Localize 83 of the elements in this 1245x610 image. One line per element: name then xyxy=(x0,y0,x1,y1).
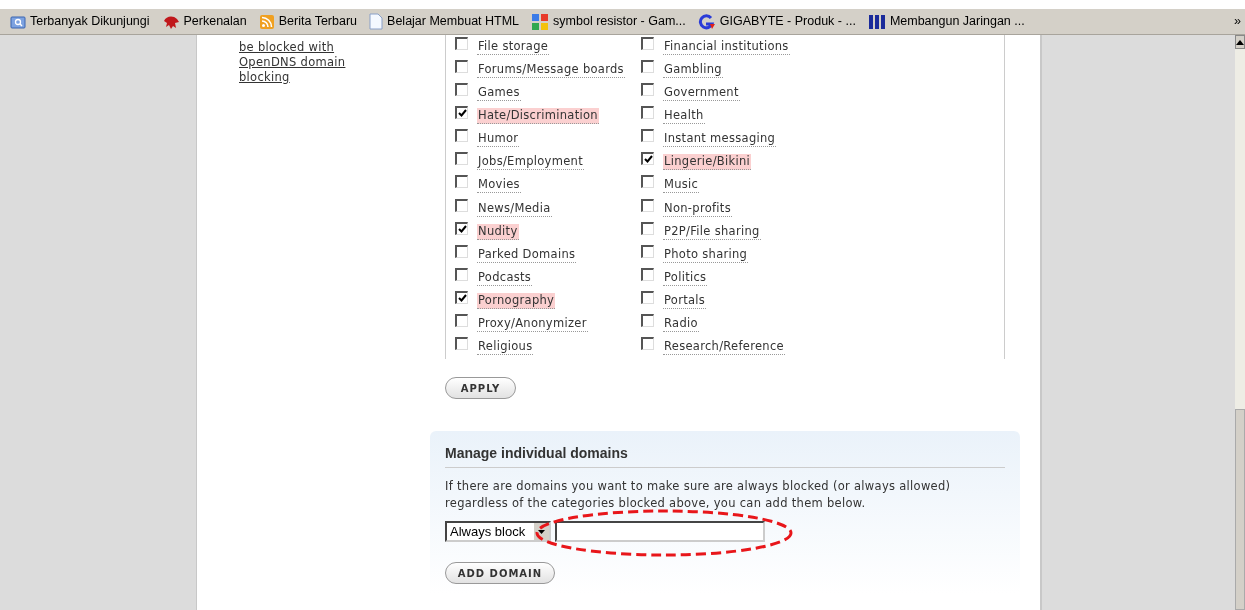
letter-g-icon xyxy=(697,13,716,30)
checkbox[interactable] xyxy=(455,337,468,350)
category-label[interactable]: Religious xyxy=(477,339,534,355)
checkbox[interactable] xyxy=(455,175,468,189)
category-label[interactable]: Podcasts xyxy=(477,269,533,286)
category-label[interactable]: News/Media xyxy=(477,200,552,217)
checkmark-icon xyxy=(457,224,467,233)
category-label[interactable]: File storage xyxy=(477,39,550,55)
checkbox[interactable] xyxy=(455,37,468,50)
category-label[interactable]: Jobs/Employment xyxy=(477,154,584,171)
checkbox[interactable] xyxy=(455,198,468,212)
checkbox[interactable] xyxy=(455,244,468,258)
category-label[interactable]: Non-profits xyxy=(663,200,732,217)
checkbox[interactable] xyxy=(641,106,654,120)
checkmark-icon xyxy=(457,109,467,118)
category-label[interactable]: Politics xyxy=(663,269,708,286)
category-label[interactable]: Gambling xyxy=(663,62,723,79)
afc-logo-icon xyxy=(867,12,886,31)
bookmark-link[interactable]: GIGABYTE - Produk - ... xyxy=(697,12,856,31)
checkbox[interactable] xyxy=(455,152,468,166)
category-label[interactable]: Nudity xyxy=(477,223,519,240)
checkbox[interactable] xyxy=(641,290,654,304)
checkbox[interactable] xyxy=(641,37,654,50)
category-label[interactable]: Pornography xyxy=(477,292,556,309)
category-label[interactable]: Research/Reference xyxy=(663,339,785,355)
checkbox[interactable] xyxy=(641,337,654,350)
category-label[interactable]: Lingerie/Bikini xyxy=(663,154,752,171)
category-label[interactable]: Financial institutions xyxy=(663,39,790,55)
category-label[interactable]: Government xyxy=(663,85,740,102)
checkbox[interactable] xyxy=(455,106,468,120)
checkbox[interactable] xyxy=(641,221,654,235)
checkbox[interactable] xyxy=(455,221,468,235)
category-label[interactable]: Forums/Message boards xyxy=(477,62,625,79)
category-label[interactable]: Proxy/Anonymizer xyxy=(477,315,588,332)
checkbox[interactable] xyxy=(455,267,468,281)
checkbox[interactable] xyxy=(641,313,654,327)
colored-dots-icon xyxy=(531,12,550,31)
panel-description: If there are domains you want to make sure are always blocked (or always allowed) regardless of the categories blocked above, you can add them below. xyxy=(445,478,952,512)
category-label[interactable]: P2P/File sharing xyxy=(663,223,761,240)
scroll-up-arrow-icon[interactable] xyxy=(1236,39,1244,45)
checkbox[interactable] xyxy=(455,83,468,97)
bookmark-link[interactable]: Perkenalan xyxy=(161,12,247,31)
checkbox[interactable] xyxy=(641,244,654,258)
bookmark-link[interactable]: Belajar Membuat HTML xyxy=(369,12,520,31)
category-label[interactable]: Games xyxy=(477,85,521,102)
checkbox[interactable] xyxy=(641,60,654,74)
feed-icon xyxy=(258,13,275,30)
checkbox[interactable] xyxy=(641,198,654,212)
checkbox[interactable] xyxy=(455,60,468,74)
bookmark-link[interactable]: Terbanyak Dikunjungi xyxy=(10,12,150,31)
category-label[interactable]: Instant messaging xyxy=(663,131,777,148)
folder-search-icon xyxy=(10,13,26,30)
category-label[interactable]: Movies xyxy=(477,177,521,194)
category-label[interactable]: Radio xyxy=(663,315,699,332)
opendns-blocking-link[interactable]: be blocked with OpenDNS domain blocking xyxy=(239,40,369,85)
checkbox[interactable] xyxy=(455,313,468,327)
domain-input[interactable] xyxy=(555,521,765,542)
add-domain-button[interactable]: ADD DOMAIN xyxy=(445,562,555,584)
panel-title: Manage individual domains xyxy=(445,443,1005,468)
checkmark-icon xyxy=(457,293,467,302)
category-label[interactable]: Portals xyxy=(663,292,707,309)
more-bookmarks-button[interactable]: » xyxy=(1234,12,1241,31)
mode-select[interactable]: Always block xyxy=(445,521,551,542)
checkbox[interactable] xyxy=(641,175,654,189)
checkmark-icon xyxy=(643,155,653,164)
apply-button[interactable]: APPLY xyxy=(445,377,516,399)
scrollbar[interactable] xyxy=(1235,35,1245,610)
bookmark-link[interactable]: Berita Terbaru xyxy=(258,12,358,31)
bookmark-link[interactable]: symbol resistor - Gam... xyxy=(531,12,686,31)
checkbox[interactable] xyxy=(641,152,654,166)
checkbox[interactable] xyxy=(455,129,468,143)
checkbox[interactable] xyxy=(455,290,468,304)
page-icon xyxy=(369,13,384,30)
checkbox[interactable] xyxy=(641,129,654,143)
category-label[interactable]: Health xyxy=(663,108,705,125)
checkbox[interactable] xyxy=(641,267,654,281)
category-label[interactable]: Parked Domains xyxy=(477,246,577,263)
category-label[interactable]: Humor xyxy=(477,131,520,148)
checkbox[interactable] xyxy=(641,83,654,97)
category-label[interactable]: Hate/Discrimination xyxy=(477,108,599,125)
category-label[interactable]: Music xyxy=(663,177,700,194)
category-label[interactable]: Photo sharing xyxy=(663,246,749,263)
bookmark-link[interactable]: Membangun Jaringan ... xyxy=(867,12,1025,31)
